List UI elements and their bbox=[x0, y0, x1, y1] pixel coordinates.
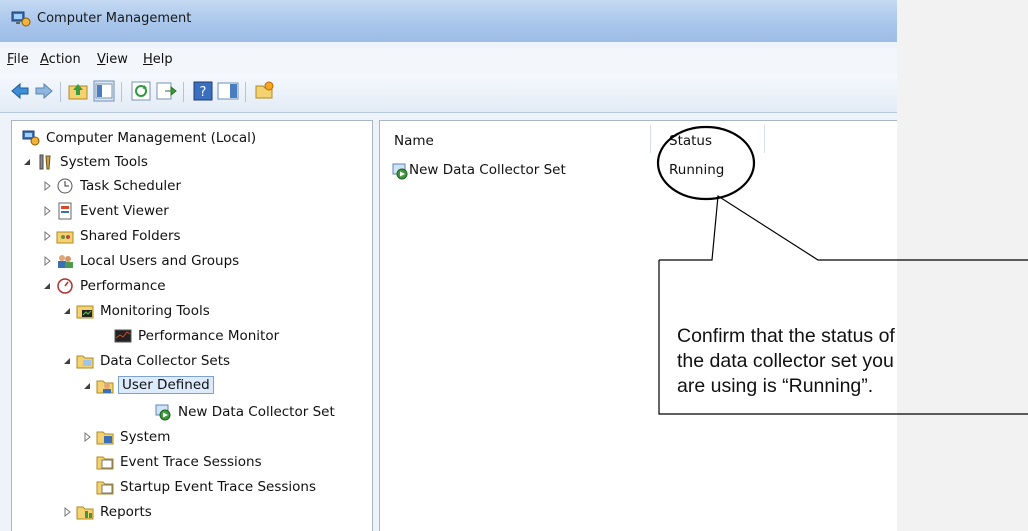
column-header-status[interactable]: Status bbox=[669, 133, 712, 149]
collapsed-arrow-icon[interactable] bbox=[42, 206, 52, 216]
tree-item-local-users[interactable]: Local Users and Groups bbox=[20, 250, 370, 274]
tree-item-event-viewer[interactable]: Event Viewer bbox=[20, 200, 370, 224]
computer-management-icon bbox=[22, 130, 40, 146]
reports-folder-icon bbox=[76, 506, 94, 520]
tree-item-startup-event-trace-sessions[interactable]: Startup Event Trace Sessions bbox=[20, 476, 370, 500]
collapsed-arrow-icon[interactable] bbox=[42, 181, 52, 191]
data-collector-folder-icon bbox=[76, 355, 94, 369]
collapsed-arrow-icon[interactable] bbox=[82, 432, 92, 442]
forward-arrow-icon[interactable] bbox=[33, 80, 55, 102]
toolbar: ? bbox=[0, 74, 897, 113]
window-title: Computer Management bbox=[37, 11, 192, 26]
menu-action[interactable]: Action bbox=[40, 52, 81, 67]
performance-icon bbox=[57, 278, 73, 294]
tree-item-performance-monitor[interactable]: Performance Monitor bbox=[20, 325, 370, 349]
callout-text: Confirm that the status of the data coll… bbox=[677, 324, 1007, 399]
tree-item-user-defined[interactable]: User Defined bbox=[20, 375, 370, 399]
tree-item-task-scheduler[interactable]: Task Scheduler bbox=[20, 175, 370, 199]
expanded-arrow-icon[interactable] bbox=[62, 306, 72, 316]
help-icon[interactable]: ? bbox=[192, 80, 214, 102]
list-header: Name Status bbox=[380, 121, 897, 153]
collapsed-arrow-icon[interactable] bbox=[42, 256, 52, 266]
new-data-collector-icon[interactable] bbox=[253, 80, 275, 102]
tree-item-system-tools[interactable]: System Tools bbox=[20, 151, 370, 175]
console-tree: Computer Management (Local) System Tools… bbox=[11, 120, 373, 531]
user-folder-icon bbox=[96, 380, 114, 394]
computer-management-icon bbox=[11, 11, 31, 27]
tree-item-new-data-collector-set[interactable]: New Data Collector Set bbox=[20, 401, 370, 425]
collapsed-arrow-icon[interactable] bbox=[42, 231, 52, 241]
shared-folders-icon bbox=[56, 231, 74, 244]
svg-text:?: ? bbox=[200, 85, 207, 100]
trace-folder-icon bbox=[96, 456, 114, 470]
data-collector-running-icon bbox=[392, 163, 408, 180]
refresh-icon[interactable] bbox=[130, 80, 152, 102]
callout-line: Confirm that the status of bbox=[677, 325, 895, 347]
tree-item-performance[interactable]: Performance bbox=[20, 275, 370, 299]
expanded-arrow-icon[interactable] bbox=[62, 356, 72, 366]
toolbar-separator bbox=[245, 82, 246, 102]
tools-icon bbox=[39, 154, 51, 170]
toolbar-separator bbox=[121, 82, 122, 102]
menu-help[interactable]: Help bbox=[143, 52, 173, 67]
menu-file[interactable]: File bbox=[7, 52, 29, 67]
row-status: Running bbox=[669, 162, 725, 178]
tree-item-shared-folders[interactable]: Shared Folders bbox=[20, 225, 370, 249]
row-name: New Data Collector Set bbox=[409, 162, 566, 178]
tree-item-computer-management[interactable]: Computer Management (Local) bbox=[20, 127, 370, 151]
callout-line: are using is “Running”. bbox=[677, 375, 874, 397]
title-bar: Computer Management bbox=[0, 0, 897, 42]
tree-item-monitoring-tools[interactable]: Monitoring Tools bbox=[20, 300, 370, 324]
expanded-arrow-icon[interactable] bbox=[82, 381, 92, 391]
clock-icon bbox=[57, 178, 73, 194]
up-folder-icon[interactable] bbox=[67, 80, 89, 102]
system-folder-icon bbox=[96, 431, 114, 445]
tree-item-reports[interactable]: Reports bbox=[20, 501, 370, 525]
users-icon bbox=[58, 255, 73, 268]
tree-item-event-trace-sessions[interactable]: Event Trace Sessions bbox=[20, 451, 370, 475]
toolbar-separator bbox=[183, 82, 184, 102]
column-divider[interactable] bbox=[650, 125, 651, 153]
menu-bar: File Action View Help bbox=[0, 48, 897, 74]
column-divider[interactable] bbox=[764, 125, 765, 153]
back-arrow-icon[interactable] bbox=[9, 80, 31, 102]
collapsed-arrow-icon[interactable] bbox=[62, 507, 72, 517]
performance-monitor-icon bbox=[114, 329, 132, 343]
data-collector-running-icon bbox=[155, 404, 171, 421]
column-header-name[interactable]: Name bbox=[394, 133, 434, 149]
tree-item-system[interactable]: System bbox=[20, 426, 370, 450]
trace-folder-icon bbox=[96, 481, 114, 495]
list-row[interactable]: New Data Collector Set Running bbox=[380, 159, 897, 183]
show-hide-tree-icon[interactable] bbox=[93, 80, 115, 102]
event-viewer-icon bbox=[58, 202, 72, 220]
computer-management-window: Computer Management File Action View Hel… bbox=[0, 0, 897, 531]
action-pane-icon[interactable] bbox=[217, 80, 239, 102]
monitoring-folder-icon bbox=[76, 305, 94, 319]
background-panel bbox=[897, 0, 1028, 531]
expanded-arrow-icon[interactable] bbox=[22, 157, 32, 167]
menu-view[interactable]: View bbox=[97, 52, 128, 67]
tree-item-data-collector-sets[interactable]: Data Collector Sets bbox=[20, 350, 370, 374]
expanded-arrow-icon[interactable] bbox=[42, 281, 52, 291]
export-list-icon[interactable] bbox=[155, 80, 177, 102]
callout-line: the data collector set you bbox=[677, 350, 894, 372]
toolbar-separator bbox=[60, 82, 61, 102]
